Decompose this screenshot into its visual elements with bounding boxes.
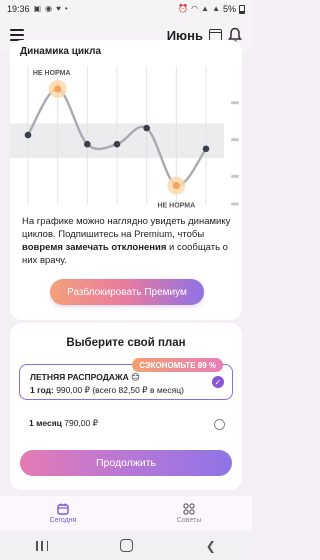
nav-tips[interactable]: Советы bbox=[126, 496, 252, 531]
data-point bbox=[24, 131, 32, 139]
data-point bbox=[113, 140, 121, 148]
save-badge: СЭКОНОМЬТЕ 89 % bbox=[132, 358, 223, 372]
plan-title: Выберите свой план bbox=[66, 337, 186, 349]
dot-icon: • bbox=[64, 4, 68, 13]
status-time: 19:36 bbox=[7, 4, 30, 14]
plan-year-price: 1 год: 990,00 ₽ (всего 82,50 ₽ в месяц) bbox=[30, 385, 184, 396]
cycle-description: На графике можно наглядно увидеть динами… bbox=[22, 215, 234, 267]
bottom-nav: Сегодня Советы bbox=[0, 496, 252, 531]
marker-label-low: НЕ НОРМА bbox=[158, 203, 196, 210]
level-marker bbox=[231, 101, 239, 105]
status-bar: 19:36 ▣ ◉ ♥ • ⏰ ◠ ▲ ▲ 5% bbox=[0, 0, 252, 18]
nav-today[interactable]: Сегодня bbox=[0, 496, 126, 531]
plan-year-amount: 990,00 ₽ (всего 82,50 ₽ в месяц) bbox=[53, 385, 184, 395]
plan-month-period: 1 месяц bbox=[29, 418, 62, 428]
battery-percent: 5% bbox=[222, 4, 236, 14]
highlight-point bbox=[54, 85, 62, 93]
data-point bbox=[143, 124, 150, 132]
signal2-icon: ▲ bbox=[212, 4, 220, 13]
data-point bbox=[84, 140, 91, 148]
signal-icon: ▲ bbox=[201, 4, 210, 13]
level-marker bbox=[231, 174, 239, 178]
cycle-chart-svg: НЕ НОРМА НЕ НОРМА bbox=[10, 66, 239, 210]
plan-option-month[interactable]: 1 месяц 790,00 ₽ bbox=[19, 413, 233, 435]
nav-tips-label: Советы bbox=[176, 517, 202, 524]
highlight-point bbox=[172, 182, 180, 190]
home-icon[interactable] bbox=[120, 539, 134, 552]
back-icon[interactable]: ❮ bbox=[206, 539, 216, 553]
plan-option-year[interactable]: СЭКОНОМЬТЕ 89 % ЛЕТНЯЯ РАСПРОДАЖА 😊 1 го… bbox=[19, 358, 233, 400]
heart-icon: ♥ bbox=[56, 4, 61, 13]
marker-label-high: НЕ НОРМА bbox=[33, 70, 71, 77]
level-marker bbox=[231, 202, 239, 206]
cycle-dynamics-title: Динамика цикла bbox=[20, 46, 102, 57]
plan-year-name: ЛЕТНЯЯ РАСПРОДАЖА 😊 bbox=[30, 372, 140, 382]
cycle-chart: НЕ НОРМА НЕ НОРМА bbox=[10, 64, 242, 234]
plan-month-price: 1 месяц 790,00 ₽ bbox=[29, 418, 98, 429]
description-text-1: На графике можно наглядно увидеть динами… bbox=[22, 216, 231, 240]
description-bold: вовремя замечать отклонения bbox=[22, 242, 167, 253]
level-marker bbox=[231, 138, 239, 142]
recents-icon[interactable] bbox=[36, 540, 49, 551]
wifi-icon: ◠ bbox=[191, 4, 199, 13]
unlock-premium-button[interactable]: Разблокировать Премиум bbox=[50, 279, 204, 305]
messenger-icon: ◉ bbox=[45, 4, 53, 13]
check-icon: ✓ bbox=[212, 376, 224, 388]
system-nav-bar: ❮ bbox=[0, 531, 252, 560]
plan-month-amount: 790,00 ₽ bbox=[61, 418, 99, 428]
radio-icon[interactable] bbox=[214, 419, 225, 430]
plan-card: Выберите свой план СЭКОНОМЬТЕ 89 % ЛЕТНЯ… bbox=[10, 323, 242, 490]
calendar-nav-icon bbox=[57, 503, 69, 515]
battery-icon bbox=[239, 4, 245, 14]
alarm-icon: ⏰ bbox=[178, 4, 189, 13]
nav-today-label: Сегодня bbox=[49, 517, 77, 524]
grid-icon bbox=[183, 503, 195, 515]
notification-icon: ▣ bbox=[33, 4, 42, 13]
cycle-dynamics-card: Динамика цикла НЕ НОРМА НЕ НОРМА На графи… bbox=[10, 40, 242, 320]
continue-button[interactable]: Продолжить bbox=[20, 450, 232, 476]
plan-year-period: 1 год: bbox=[30, 385, 54, 395]
data-point bbox=[202, 145, 210, 153]
